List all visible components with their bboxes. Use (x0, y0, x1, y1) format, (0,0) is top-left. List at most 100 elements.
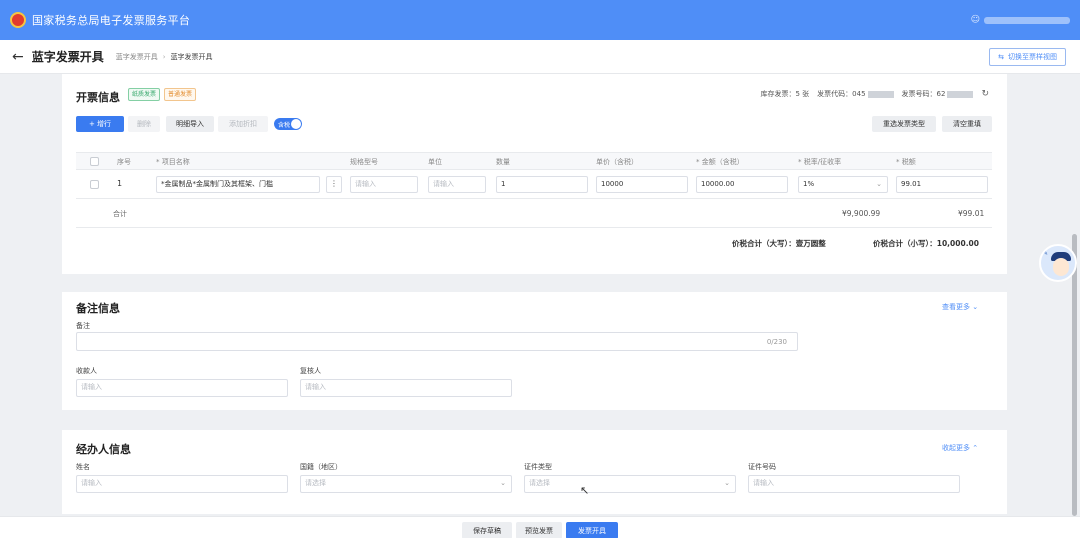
spec-input[interactable]: 请输入 (350, 176, 418, 193)
sum-row: 合计 ¥9,900.99 ¥99.01 (76, 200, 992, 228)
id-type-label: 证件类型 (524, 463, 552, 471)
id-type-placeholder: 请选择 (529, 479, 550, 487)
page-title: 蓝字发票开具 (31, 50, 104, 64)
tax-included-toggle[interactable]: 含税 (274, 118, 302, 130)
assistant-avatar-icon[interactable]: ✎ (1039, 244, 1077, 282)
sum-tax: ¥99.01 (958, 209, 985, 218)
id-type-select[interactable]: 请选择 ⌄ (524, 475, 736, 493)
preview-invoice-button[interactable]: 预览发票 (516, 522, 562, 538)
total-lower: 价税合计（小写）：10,000.00 (873, 238, 979, 249)
id-number-input[interactable]: 请输入 (748, 475, 960, 493)
add-discount-button[interactable]: 添加折扣 (218, 116, 268, 132)
chevron-down-icon: ⌄ (972, 303, 979, 311)
invoice-info-card: 开票信息 纸质发票 普通发票 库存发票：5 张 发票代码：045 发票号码：62… (62, 74, 1007, 274)
stock-count: 库存发票：5 张 (760, 90, 810, 98)
view-more-label: 查看更多 (942, 303, 970, 311)
remark-label: 备注 (76, 322, 90, 330)
quantity-input[interactable]: 1 (496, 176, 588, 193)
back-arrow-icon[interactable]: ← (12, 49, 24, 65)
reviewer-input[interactable]: 请输入 (300, 379, 512, 397)
name-label: 姓名 (76, 463, 90, 471)
user-menu[interactable]: ☺ (971, 15, 1070, 25)
handler-title: 经办人信息 (76, 443, 131, 456)
issue-invoice-button[interactable]: 发票开具 (566, 522, 618, 538)
refresh-icon[interactable]: ↻ (981, 89, 989, 99)
item-name-input[interactable]: *金属制品*金属制门及其框架、门槛 (156, 176, 320, 193)
total-upper: 价税合计（大写）：壹万圆整 (732, 238, 826, 249)
breadcrumb-separator: › (162, 52, 166, 61)
sum-amount: ¥9,900.99 (842, 209, 881, 218)
table-header: 序号 * 项目名称 规格型号 单位 数量 单价（含税） * 金额（含税） * 税… (76, 152, 992, 170)
col-seq: 序号 (117, 158, 131, 166)
delete-button[interactable]: 删除 (128, 116, 160, 132)
collapse-link[interactable]: 收起更多 ⌃ (942, 443, 978, 453)
breadcrumb-item[interactable]: 蓝字发票开具 (116, 52, 158, 62)
add-row-button[interactable]: + 增行 (76, 116, 124, 132)
nationality-label: 国籍（地区） (300, 463, 342, 471)
invoice-meta: 库存发票：5 张 发票代码：045 发票号码：62 ↻ (752, 89, 989, 99)
remarks-card: 备注信息 查看更多 ⌄ 备注 0/230 收款人 请输入 复核人 请输入 (62, 292, 1007, 410)
top-header: 国家税务总局电子发票服务平台 ☺ (0, 0, 1080, 40)
chat-bubble-icon: ✎ (1043, 250, 1049, 257)
total-upper-value: 壹万圆整 (795, 239, 826, 248)
clear-refill-button[interactable]: 清空重填 (942, 116, 992, 132)
reselect-type-button[interactable]: 重选发票类型 (872, 116, 936, 132)
switch-icon: ⇆ (998, 53, 1004, 61)
tax-logo-icon (10, 12, 26, 28)
bottom-action-bar: 保存草稿 预览发票 发票开具 (0, 516, 1080, 538)
col-spec: 规格型号 (350, 158, 378, 166)
row-checkbox[interactable] (90, 180, 99, 189)
invoice-number: 发票号码：62 (902, 89, 974, 99)
face-shape (1053, 258, 1069, 276)
paper-invoice-tag: 纸质发票 (128, 88, 161, 101)
col-unit: 单位 (428, 158, 442, 166)
user-icon: ☺ (970, 15, 980, 25)
chevron-down-icon: ⌄ (500, 479, 506, 487)
chevron-down-icon: ⌄ (724, 479, 730, 487)
item-picker-button[interactable]: ⋮ (326, 176, 342, 193)
total-lower-label: 价税合计（小写）： (873, 239, 937, 248)
payee-input[interactable]: 请输入 (76, 379, 288, 397)
nationality-select[interactable]: 请选择 ⌄ (300, 475, 512, 493)
switch-view-button[interactable]: ⇆ 切换至票样视图 (989, 48, 1066, 66)
total-upper-label: 价税合计（大写）： (732, 239, 796, 248)
invoice-info-title: 开票信息 (76, 91, 120, 104)
switch-view-label: 切换至票样视图 (1008, 53, 1057, 61)
reviewer-label: 复核人 (300, 367, 321, 375)
tax-input[interactable]: 99.01 (896, 176, 988, 193)
sum-label: 合计 (113, 210, 127, 218)
col-item-name: * 项目名称 (156, 158, 190, 166)
page-scrollbar[interactable] (1072, 234, 1077, 516)
view-more-link[interactable]: 查看更多 ⌄ (942, 302, 978, 312)
tax-rate-select[interactable]: 1% ⌄ (798, 176, 888, 193)
table-row: 1 *金属制品*金属制门及其框架、门槛 ⋮ 请输入 请输入 1 10000 10… (76, 171, 992, 199)
tax-rate-value: 1% (803, 180, 815, 188)
amount-input[interactable]: 10000.00 (696, 176, 788, 193)
col-unit-price: 单价（含税） (596, 158, 638, 166)
unit-price-input[interactable]: 10000 (596, 176, 688, 193)
col-amount: * 金额（含税） (696, 158, 744, 166)
col-quantity: 数量 (496, 158, 510, 166)
mouse-cursor-icon: ↖ (580, 484, 590, 497)
nationality-placeholder: 请选择 (305, 479, 326, 487)
save-draft-button[interactable]: 保存草稿 (462, 522, 512, 538)
breadcrumb-current: 蓝字发票开具 (170, 52, 213, 61)
name-input[interactable]: 请输入 (76, 475, 288, 493)
id-number-label: 证件号码 (748, 463, 776, 471)
page-header: ← 蓝字发票开具 蓝字发票开具 › 蓝字发票开具 ⇆ 切换至票样视图 (0, 40, 1080, 74)
platform-title: 国家税务总局电子发票服务平台 (32, 14, 191, 27)
select-all-checkbox[interactable] (90, 157, 99, 166)
unit-input[interactable]: 请输入 (428, 176, 486, 193)
remark-counter: 0/230 (766, 338, 787, 346)
handler-card: 经办人信息 收起更多 ⌃ 姓名 请输入 国籍（地区） 请选择 ⌄ 证件类型 请选… (62, 430, 1007, 514)
col-tax: * 税额 (896, 158, 916, 166)
detail-import-button[interactable]: 明细导入 (166, 116, 214, 132)
payee-label: 收款人 (76, 367, 97, 375)
remarks-title: 备注信息 (76, 302, 120, 315)
chevron-up-icon: ⌃ (972, 444, 979, 452)
user-name-redacted (984, 16, 1070, 24)
remark-textarea[interactable]: 0/230 (76, 332, 798, 351)
main-content: 开票信息 纸质发票 普通发票 库存发票：5 张 发票代码：045 发票号码：62… (62, 74, 1007, 514)
invoice-code: 发票代码：045 (817, 89, 894, 99)
toggle-knob (291, 119, 301, 129)
